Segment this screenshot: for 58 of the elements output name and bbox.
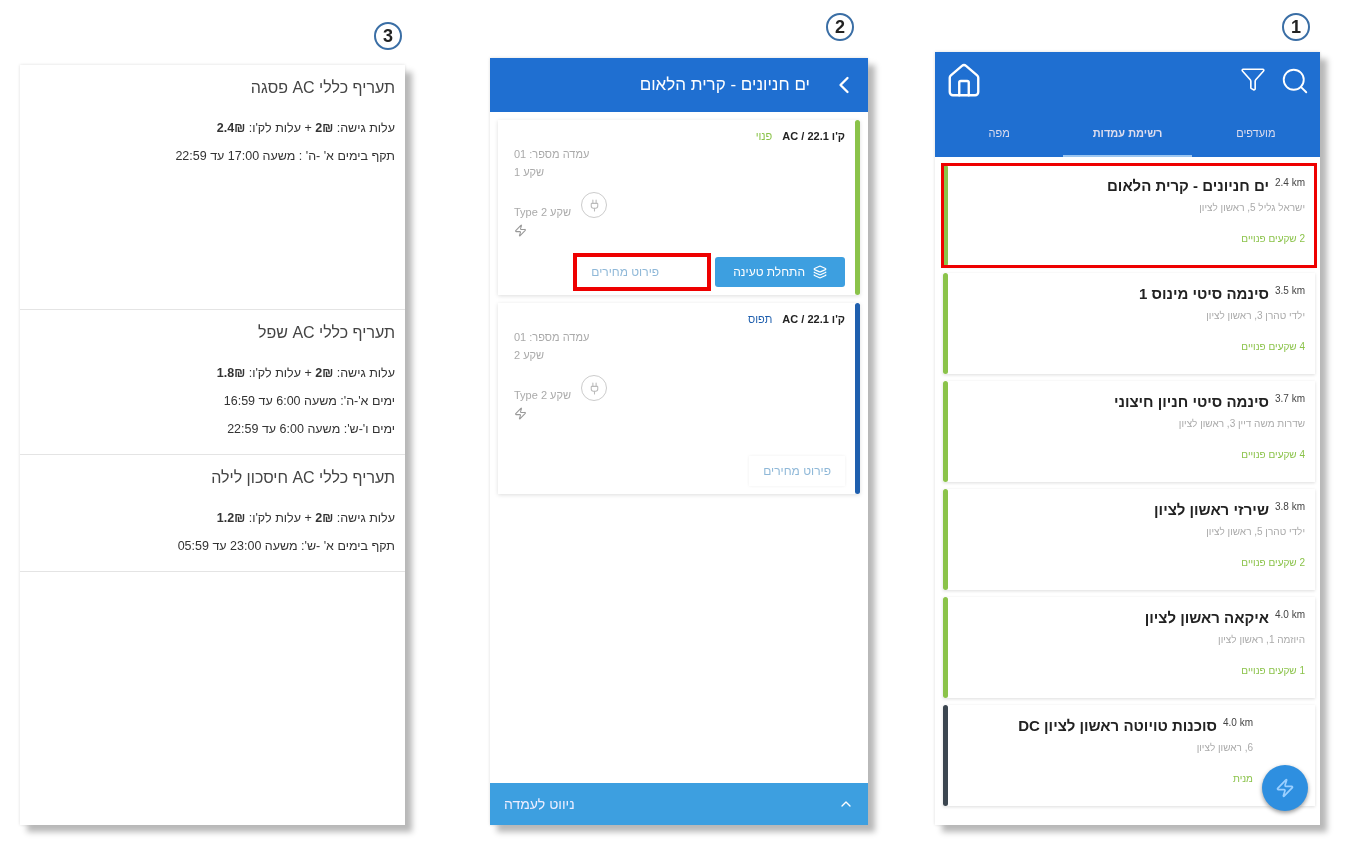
search-icon[interactable] bbox=[1280, 66, 1310, 96]
start-charging-button[interactable]: התחלת טעינה bbox=[715, 257, 845, 287]
screen-title: ים חניונים - קרית הלאום bbox=[639, 75, 810, 95]
distance: 3.5 km bbox=[1275, 285, 1305, 296]
tariff-title: תעריף כללי AC חיסכון לילה bbox=[210, 469, 395, 487]
availability: 1 שקעים פנויים bbox=[1240, 665, 1305, 676]
station-address: ישראל גליל 5, ראשון לציון bbox=[1198, 202, 1305, 213]
tab[interactable]: מועדפים bbox=[1191, 110, 1320, 157]
station-number: עמדה מספר: 01 bbox=[514, 331, 590, 343]
distance: 4.0 km bbox=[1275, 609, 1305, 620]
availability: מנית bbox=[1231, 773, 1253, 784]
tab[interactable]: מפה bbox=[935, 110, 1064, 157]
connector-power: ק'ו AC / 22.1 bbox=[782, 130, 845, 142]
distance: 3.7 km bbox=[1275, 393, 1305, 404]
connector-status: תפוס bbox=[747, 313, 773, 325]
lightning-icon bbox=[514, 224, 527, 237]
station-name: סינמה סיטי חניון חיצוני bbox=[1113, 393, 1269, 410]
tariff-detail: ימים א'-ה': משעה 6:00 עד 16:59 bbox=[222, 394, 395, 408]
navigate-label: ניווט לעמדה bbox=[504, 796, 575, 812]
socket-type: שקע Type 2 bbox=[514, 206, 571, 218]
step-number-badge: 3 bbox=[374, 22, 402, 50]
tariff-detail: תקף בימים א' -ה' : משעה 17:00 עד 22:59 bbox=[174, 149, 395, 163]
distance: 2.4 km bbox=[1275, 177, 1305, 188]
connector-status: פנוי bbox=[755, 130, 773, 142]
station-name: איקאה ראשון לציון bbox=[1144, 609, 1269, 626]
station-address: ילדי טהרן 3, ראשון לציון bbox=[1205, 310, 1305, 321]
station-name: סוכנות טויוטה ראשון לציון DC bbox=[1018, 717, 1217, 734]
tab[interactable]: רשימת עמדות bbox=[1063, 110, 1192, 157]
tariff-detail: ימים ו'-ש': משעה 6:00 עד 22:59 bbox=[226, 422, 395, 436]
station-name: סינמה סיטי מינוס 1 bbox=[1138, 285, 1269, 302]
distance: 4.0 km bbox=[1223, 717, 1253, 728]
filter-icon[interactable] bbox=[1240, 66, 1266, 92]
step-number-badge: 1 bbox=[1282, 13, 1310, 41]
layers-icon bbox=[813, 265, 827, 279]
tariff-title: תעריף כללי AC שפל bbox=[257, 324, 395, 342]
distance: 3.8 km bbox=[1275, 501, 1305, 512]
station-name: שירזי ראשון לציון bbox=[1154, 501, 1269, 518]
lightning-icon bbox=[1275, 778, 1295, 798]
availability: 4 שקעים פנויים bbox=[1240, 449, 1305, 460]
step-number-badge: 2 bbox=[826, 13, 854, 41]
socket-label: שקע 1 bbox=[514, 166, 545, 178]
navigate-bar[interactable]: ניווט לעמדה bbox=[490, 783, 868, 825]
availability: 2 שקעים פנויים bbox=[1240, 557, 1305, 568]
station-address: 6, ראשון לציון bbox=[1195, 742, 1253, 753]
station-name: ים חניונים - קרית הלאום bbox=[1107, 177, 1269, 194]
availability: 4 שקעים פנויים bbox=[1240, 341, 1305, 352]
socket-type: שקע Type 2 bbox=[514, 389, 571, 401]
station-address: שדרות משה דיין 3, ראשון לציון bbox=[1177, 418, 1305, 429]
station-address: ילדי טהרן 5, ראשון לציון bbox=[1205, 526, 1305, 537]
lightning-icon bbox=[514, 407, 527, 420]
price-details-button[interactable]: פירוט מחירים bbox=[749, 456, 845, 486]
tariff-detail: תקף בימים א' -ש': משעה 23:00 עד 05:59 bbox=[176, 539, 395, 553]
socket-label: שקע 2 bbox=[514, 349, 545, 361]
availability: 2 שקעים פנויים bbox=[1240, 233, 1305, 244]
station-number: עמדה מספר: 01 bbox=[514, 148, 590, 160]
connector-power: ק'ו AC / 22.1 bbox=[782, 313, 845, 325]
station-address: היוזמה 1, ראשון לציון bbox=[1217, 634, 1305, 645]
tariff-title: תעריף כללי AC פסגה bbox=[249, 79, 395, 97]
